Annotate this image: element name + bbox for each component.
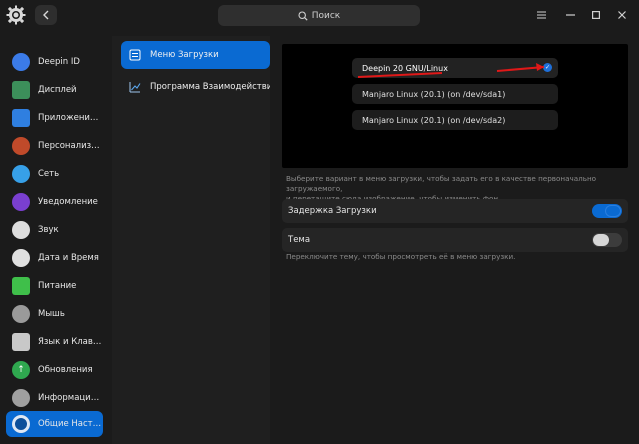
sidebar-item-label: Питание xyxy=(38,281,77,291)
theme-toggle[interactable] xyxy=(592,233,622,247)
info-icon xyxy=(12,389,30,407)
sidebar-item-label: Deepin ID xyxy=(38,57,80,67)
theme-hint: Переключите тему, чтобы просмотреть её в… xyxy=(286,252,516,261)
theme-label: Тема xyxy=(288,235,311,245)
update-icon: ↑ xyxy=(12,361,30,379)
default-apps-icon xyxy=(12,109,30,127)
boot-menu-content: Deepin 20 GNU/Linux ✓ Manjaro Linux (20.… xyxy=(270,32,639,444)
sidebar-item-notification[interactable]: Уведомление xyxy=(6,189,103,215)
sidebar-item-label: Дисплей xyxy=(38,85,77,95)
minimize-icon xyxy=(565,14,575,16)
sidebar-item-display[interactable]: Дисплей xyxy=(6,77,103,103)
subsection-label: Программа Взаимодействия с П xyxy=(150,82,270,92)
network-icon xyxy=(12,165,30,183)
sidebar-item-label: Приложения п... xyxy=(38,113,102,123)
power-icon xyxy=(12,277,30,295)
personalization-icon xyxy=(12,137,30,155)
sidebar-item-label: Сеть xyxy=(38,169,60,179)
sidebar-item-updates[interactable]: ↑ Обновления xyxy=(6,357,103,383)
sidebar-item-label: Уведомление xyxy=(38,197,98,207)
mouse-icon xyxy=(12,305,30,323)
annotation-arrow xyxy=(357,63,545,78)
maximize-button[interactable] xyxy=(588,7,604,23)
cloud-icon xyxy=(12,53,30,71)
sidebar-item-system-info[interactable]: Информация о... xyxy=(6,385,103,411)
sidebar-item-label: Обновления xyxy=(38,365,93,375)
boot-menu-preview[interactable]: Deepin 20 GNU/Linux ✓ Manjaro Linux (20.… xyxy=(282,44,628,168)
search-placeholder: Поиск xyxy=(311,10,341,21)
sidebar-item-label: Дата и Время xyxy=(38,253,99,263)
sidebar-item-keyboard[interactable]: Язык и Клавиа... xyxy=(6,329,103,355)
sidebar-item-label: Информация о... xyxy=(38,393,102,403)
sidebar-item-label: Персонализац... xyxy=(38,141,102,151)
sidebar-item-personalization[interactable]: Персонализац... xyxy=(6,133,103,159)
sidebar-item-label: Общие Настро... xyxy=(38,419,102,429)
boot-delay-row: Задержка Загрузки xyxy=(282,199,628,223)
clock-icon xyxy=(12,249,30,267)
sidebar-item-label: Язык и Клавиа... xyxy=(38,337,102,347)
sidebar-item-deepin-id[interactable]: Deepin ID xyxy=(6,49,103,75)
maximize-icon xyxy=(592,11,600,19)
sidebar-item-general-settings[interactable]: Общие Настро... xyxy=(6,411,103,437)
hint-line: Выберите вариант в меню загрузки, чтобы … xyxy=(286,174,597,193)
sidebar-item-label: Звук xyxy=(38,225,59,235)
sidebar: Deepin ID Дисплей Приложения п... Персон… xyxy=(0,36,110,444)
sidebar-item-power[interactable]: Питание xyxy=(6,273,103,299)
sound-icon xyxy=(12,221,30,239)
boot-delay-label: Задержка Загрузки xyxy=(288,206,377,216)
settings-gear-icon[interactable] xyxy=(6,5,26,25)
chart-icon xyxy=(129,82,141,93)
titlebar: Поиск xyxy=(0,0,639,32)
subsection-boot-menu[interactable]: Меню Загрузки xyxy=(121,41,270,69)
notification-icon xyxy=(12,193,30,211)
keyboard-icon xyxy=(12,333,30,351)
search-icon xyxy=(298,10,308,21)
sidebar-item-default-apps[interactable]: Приложения п... xyxy=(6,105,103,131)
theme-row: Тема xyxy=(282,228,628,252)
boot-delay-toggle[interactable] xyxy=(592,204,622,218)
subsection-label: Меню Загрузки xyxy=(150,50,219,60)
sidebar-item-network[interactable]: Сеть xyxy=(6,161,103,187)
boot-menu-icon xyxy=(129,49,141,61)
display-icon xyxy=(12,81,30,99)
toggle-knob xyxy=(605,205,621,217)
close-icon xyxy=(618,11,626,19)
subsection-panel: Меню Загрузки Программа Взаимодействия с… xyxy=(112,36,270,444)
subsection-user-experience-program[interactable]: Программа Взаимодействия с П xyxy=(121,73,270,101)
sidebar-item-label: Мышь xyxy=(38,309,65,319)
chevron-left-icon xyxy=(43,10,49,20)
menu-button[interactable] xyxy=(533,7,549,23)
search-input[interactable]: Поиск xyxy=(218,5,420,26)
sidebar-item-date-time[interactable]: Дата и Время xyxy=(6,245,103,271)
close-button[interactable] xyxy=(614,7,630,23)
toggle-knob xyxy=(593,234,609,246)
general-settings-icon xyxy=(12,415,30,433)
minimize-button[interactable] xyxy=(562,7,578,23)
sidebar-item-mouse[interactable]: Мышь xyxy=(6,301,103,327)
back-button[interactable] xyxy=(35,5,57,25)
sidebar-item-sound[interactable]: Звук xyxy=(6,217,103,243)
hamburger-icon xyxy=(536,11,546,19)
